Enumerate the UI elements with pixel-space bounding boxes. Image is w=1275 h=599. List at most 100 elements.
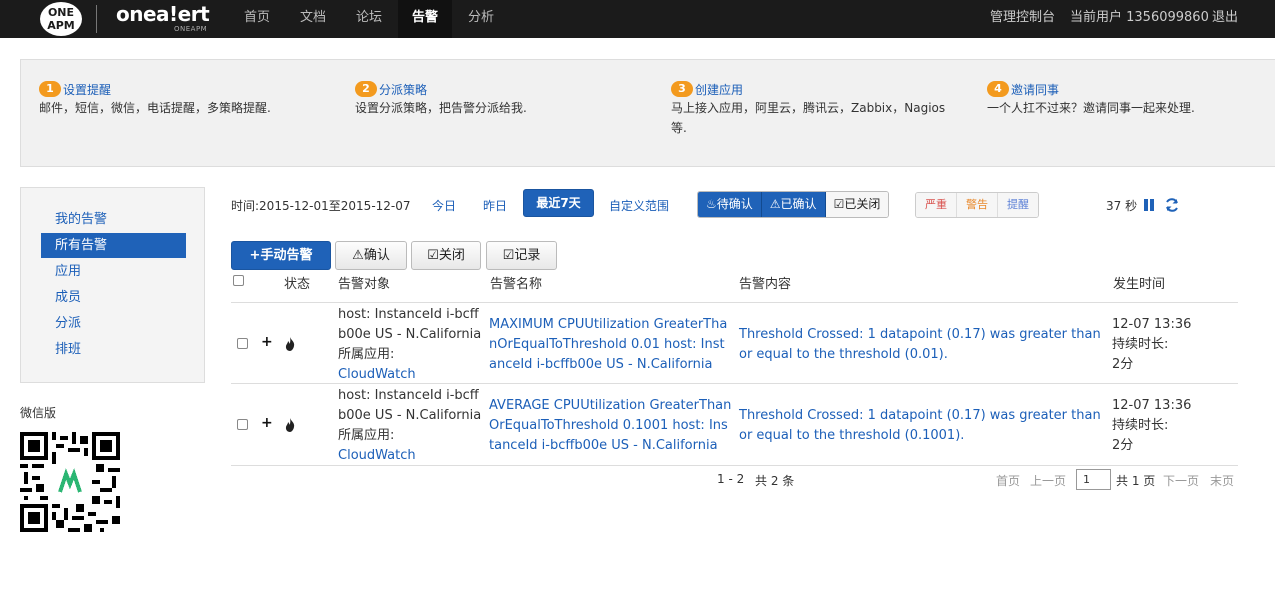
confirm-button[interactable]: ⚠确认 [335,241,407,270]
alert-content-line2: or equal to the threshold (0.1001). [739,428,965,443]
alert-content-line1: Threshold Crossed: 1 datapoint (0.17) wa… [739,408,1101,423]
nav-forum[interactable]: 论坛 [344,0,394,38]
pagination-of-pages: 共 1 页 [1116,474,1156,488]
row-checkbox[interactable] [237,419,248,430]
oneapm-logo-line1: ONE [47,6,75,19]
admin-console-link[interactable]: 管理控制台 [990,0,1055,38]
sidebar-item-apps[interactable]: 应用 [41,259,186,284]
alert-name-link[interactable]: AVERAGE CPUUtilization GreaterThan OrEqu… [489,396,731,456]
wechat-label: 微信版 [20,406,57,420]
alert-name-line3: tanceId i-bcffb00e US - N.California [489,438,718,453]
status-pending-button[interactable]: ♨待确认 [698,192,762,217]
filter-last-7-days[interactable]: 最近7天 [523,189,594,217]
alert-object-line2: b00e US - N.California [338,327,482,342]
sidebar-item-my-alerts[interactable]: 我的告警 [41,207,186,232]
step-title-dispatch-policy[interactable]: 分派策略 [379,81,427,98]
check-square-icon: ☑ [833,197,845,211]
onboarding-steps: 1 设置提醒 邮件，短信，微信，电话提醒，多策略提醒. 2 分派策略 设置分派策… [20,59,1275,167]
alert-time: 12-07 13:36 持续时长: 2分 [1112,396,1191,456]
alert-duration-label: 持续时长: [1112,418,1169,433]
column-header-name: 告警名称 [490,277,543,292]
step-title-create-app[interactable]: 创建应用 [695,81,743,98]
alert-time-value: 12-07 13:36 [1112,398,1192,413]
alert-content-line1: Threshold Crossed: 1 datapoint (0.17) wa… [739,327,1101,342]
step-desc: 设置分派策略，把告警分派给我. [355,101,527,115]
nav-docs[interactable]: 文档 [288,0,338,38]
alert-app-link[interactable]: CloudWatch [338,365,481,385]
step-badge: 2 [355,81,377,97]
alert-object-line2: b00e US - N.California [338,408,482,423]
alert-name-line1: MAXIMUM CPUUtilization GreaterTha [489,317,728,332]
onealert-logo[interactable]: onea!ert [116,2,210,26]
pagination-first[interactable]: 首页 [996,472,1020,489]
step-badge: 4 [987,81,1009,97]
wechat-qr-code [20,432,120,532]
alert-object-app-label: 所属应用: [338,428,395,443]
nav-home[interactable]: 首页 [232,0,282,38]
pagination-prev[interactable]: 上一页 [1030,472,1066,489]
pagination-range: 1 - 2 [717,472,745,486]
plus-icon: + [249,248,261,263]
step-2: 2 分派策略 设置分派策略，把告警分派给我. [355,80,527,118]
nav-alerts[interactable]: 告警 [398,0,452,38]
step-4: 4 邀请同事 一个人扛不过来？邀请同事一起来处理. [987,80,1195,118]
step-desc: 一个人扛不过来？邀请同事一起来处理. [987,101,1195,115]
refresh-countdown: 37 秒 [1106,199,1138,213]
pagination-last[interactable]: 末页 [1210,472,1234,489]
table-divider [231,465,1238,466]
step-desc: 邮件，短信，微信，电话提醒，多策略提醒. [39,101,271,115]
manual-alert-button[interactable]: +手动告警 [231,241,331,270]
step-badge: 3 [671,81,693,97]
current-user[interactable]: 当前用户 1356099860 [1070,0,1209,38]
logout-link[interactable]: 退出 [1212,0,1238,38]
step-title-set-reminder[interactable]: 设置提醒 [63,81,111,98]
alert-object-line1: host: InstanceId i-bcff [338,388,479,403]
log-button[interactable]: ☑记录 [486,241,557,270]
column-header-time: 发生时间 [1113,277,1166,292]
filter-today[interactable]: 今日 [432,197,456,214]
alert-object: host: InstanceId i-bcff b00e US - N.Cali… [338,386,481,466]
step-title-invite[interactable]: 邀请同事 [1011,81,1059,98]
sidebar-item-members[interactable]: 成员 [41,285,186,310]
alert-duration-value: 2分 [1112,438,1134,453]
sidebar-item-schedule[interactable]: 排班 [41,337,186,362]
alert-object: host: InstanceId i-bcff b00e US - N.Cali… [338,305,481,385]
oneapm-logo[interactable]: ONE APM [40,2,82,36]
column-header-object: 告警对象 [338,277,391,292]
select-all-checkbox[interactable] [233,275,244,286]
status-pending-label: 待确认 [716,197,753,211]
status-closed-button[interactable]: ☑已关闭 [825,192,889,217]
alert-name-link[interactable]: MAXIMUM CPUUtilization GreaterTha nOrEqu… [489,315,727,375]
alert-duration-label: 持续时长: [1112,337,1169,352]
top-navbar: ONE APM onea!ert ONEAPM 首页 文档 论坛 告警 分析 管… [0,0,1275,38]
row-checkbox[interactable] [237,338,248,349]
alert-content-link[interactable]: Threshold Crossed: 1 datapoint (0.17) wa… [739,406,1101,446]
severity-filter-group: 严重 警告 提醒 [915,192,1039,218]
nav-analysis[interactable]: 分析 [456,0,506,38]
step-3: 3 创建应用 马上接入应用，阿里云，腾讯云，Zabbix，Nagios 等. [671,80,945,138]
sidebar-item-dispatch[interactable]: 分派 [41,311,186,336]
refresh-icon[interactable] [1164,197,1180,213]
fire-icon [285,337,295,351]
sidebar-item-all-alerts[interactable]: 所有告警 [41,233,186,258]
pagination-next[interactable]: 下一页 [1163,472,1199,489]
alert-time: 12-07 13:36 持续时长: 2分 [1112,315,1191,375]
alert-app-link[interactable]: CloudWatch [338,446,481,466]
close-alert-button[interactable]: ☑关闭 [411,241,481,270]
oneapm-logo-line2: APM [47,19,75,32]
filter-yesterday[interactable]: 昨日 [483,197,507,214]
pause-icon[interactable] [1142,198,1156,212]
filter-custom-range[interactable]: 自定义范围 [609,197,669,214]
status-confirmed-button[interactable]: ⚠已确认 [761,192,826,217]
severity-info-button[interactable]: 提醒 [998,193,1038,217]
expand-icon[interactable]: + [261,334,273,350]
status-closed-label: 已关闭 [844,197,881,211]
alert-name-line1: AVERAGE CPUUtilization GreaterThan [489,398,732,413]
alert-content-link[interactable]: Threshold Crossed: 1 datapoint (0.17) wa… [739,325,1101,365]
expand-icon[interactable]: + [261,415,273,431]
logo-divider [96,5,97,33]
severity-warning-button[interactable]: 警告 [957,193,998,217]
severity-critical-button[interactable]: 严重 [916,193,957,217]
page-number-input[interactable]: 1 [1076,469,1111,490]
alert-name-line2: nOrEqualToThreshold 0.01 host: Inst [489,337,725,352]
